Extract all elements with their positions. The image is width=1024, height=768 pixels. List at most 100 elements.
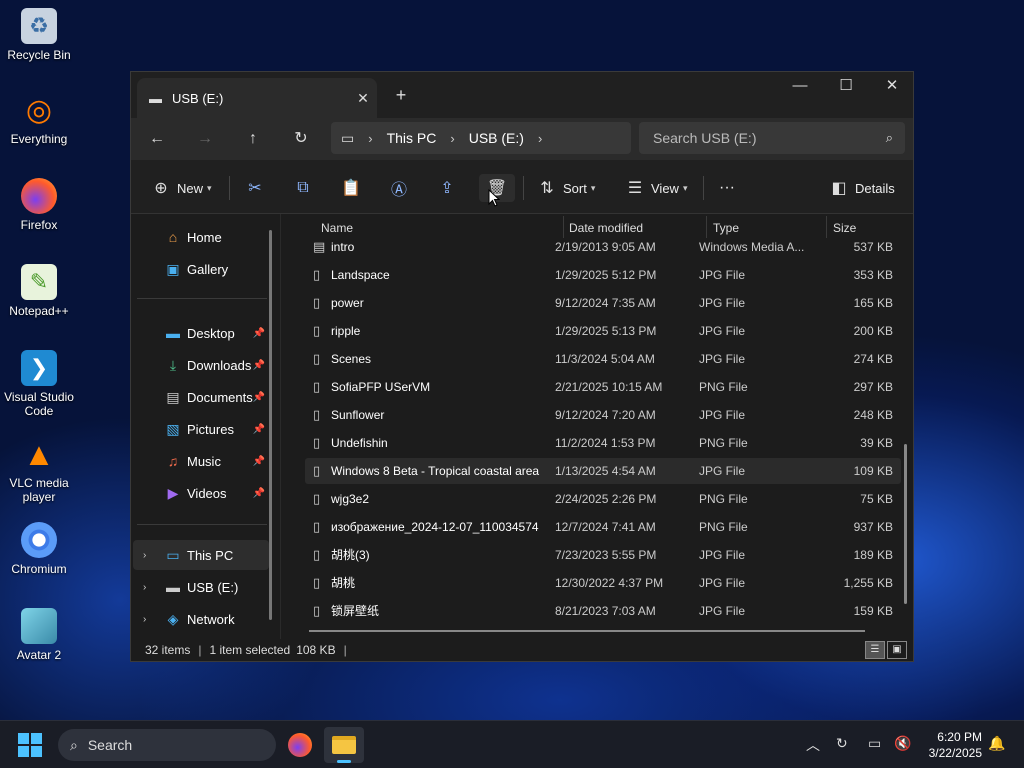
file-name-text: 胡桃 (331, 576, 356, 590)
image-file-icon: ▯ (313, 323, 321, 338)
sidebar-item-desktop[interactable]: ▬ Desktop 📌 (133, 318, 269, 348)
chevron-down-icon: ▾ (207, 182, 212, 193)
volume-muted-icon[interactable]: 🔇 (894, 735, 911, 752)
file-row[interactable]: ▯ 胡桃 12/30/2022 4:37 PM JPG File 1,255 KB (305, 570, 901, 596)
file-row[interactable]: ▯ wjg3e2 2/24/2025 2:26 PM PNG File 75 KB (305, 486, 901, 512)
sidebar-divider (137, 524, 267, 525)
sidebar-item-gallery[interactable]: ▣ Gallery (133, 254, 269, 284)
file-list-vertical-scrollbar[interactable] (904, 444, 907, 604)
file-row[interactable]: ▯ Scenes 11/3/2024 5:04 AM JPG File 274 KB (305, 346, 901, 372)
new-button[interactable]: ⊕ New ▾ (149, 174, 212, 202)
desktop-icon-firefox[interactable]: Firefox (2, 178, 76, 232)
maximize-button[interactable]: ☐ (823, 72, 869, 102)
cut-button[interactable]: ✂ (243, 174, 267, 202)
chevron-right-icon[interactable]: › (143, 550, 146, 561)
home-icon: ⌂ (168, 229, 178, 245)
view-button[interactable]: ☰ View ▾ (623, 174, 688, 202)
file-type: JPG File (699, 352, 746, 366)
desktop-icon-vscode[interactable]: ❯ Visual Studio Code (2, 350, 76, 418)
file-row[interactable]: ▯ Undefishin 11/2/2024 1:53 PM PNG File 39 K… (305, 430, 901, 456)
refresh-button[interactable]: ↻ (287, 126, 315, 152)
downloads-icon: ⤓ (169, 356, 177, 373)
forward-button[interactable]: → (191, 126, 219, 152)
taskbar-file-explorer[interactable] (324, 727, 364, 763)
close-window-button[interactable]: ✕ (869, 72, 915, 102)
file-size: 189 KB (853, 548, 893, 562)
file-type: JPG File (699, 296, 746, 310)
address-box[interactable]: ▭ › This PC › USB (E:) › (331, 122, 631, 154)
details-view-button[interactable]: ☰ (865, 641, 885, 659)
rename-button[interactable]: Ⓐ (387, 174, 411, 202)
music-icon: ♫ (167, 453, 179, 469)
sync-icon[interactable]: ↻ (836, 735, 848, 752)
image-file-icon: ▯ (313, 547, 321, 562)
start-button[interactable] (18, 733, 42, 757)
paste-button[interactable]: 📋 (339, 174, 363, 202)
file-row[interactable]: ▯ power 9/12/2024 7:35 AM JPG File 165 KB (305, 290, 901, 316)
file-row[interactable]: ▯ изображение_2024-12-07_110034574 12/7/20… (305, 514, 901, 540)
desktop-icon-chromium[interactable]: Chromium (2, 522, 76, 576)
sidebar-item-network[interactable]: › ◈ Network (133, 604, 269, 634)
file-row[interactable]: ▤ intro 2/19/2013 9:05 AM Windows Media A..… (305, 234, 901, 260)
file-row[interactable]: ▯ SofiaPFP USerVM 2/21/2025 10:15 AM PNG Fi… (305, 374, 901, 400)
sidebar-item-this-pc[interactable]: › ▭ This PC (133, 540, 269, 570)
sidebar-item-label: Network (187, 611, 235, 627)
sidebar-item-videos[interactable]: ▶ Videos 📌 (133, 478, 269, 508)
copy-button[interactable]: ⧉ (291, 174, 315, 202)
file-date: 2/24/2025 2:26 PM (555, 492, 657, 506)
image-file-icon: ▯ (313, 407, 321, 422)
file-size: 297 KB (853, 380, 893, 394)
sidebar-item-pictures[interactable]: ▧ Pictures 📌 (133, 414, 269, 444)
network-icon[interactable]: ▭ (868, 735, 881, 752)
selection-size: 108 KB (296, 643, 336, 657)
details-pane-button[interactable]: ◧ Details (827, 174, 894, 202)
desktop-icon-notepadpp[interactable]: ✎ Notepad++ (2, 264, 76, 318)
file-row[interactable]: ▯ ripple 1/29/2025 5:13 PM JPG File 200 KB (305, 318, 901, 344)
sort-button[interactable]: ⇅ Sort ▾ (535, 174, 595, 202)
notifications-bell-icon[interactable]: 🔔 (988, 735, 1005, 752)
file-row[interactable]: ▯ Windows 8 Beta - Tropical coastal area 1… (305, 458, 901, 484)
taskbar: ⌕ Search ︿ ↻ ▭ 🔇 6:20 PM 3/22/2025 🔔 (0, 720, 1024, 768)
up-button[interactable]: ↑ (239, 126, 267, 152)
more-options-button[interactable]: ··· (719, 174, 735, 202)
image-file-icon: ▯ (313, 295, 321, 310)
tab-usb[interactable]: ▬ USB (E:) ✕ (137, 78, 377, 118)
desktop-icon-recycle-bin[interactable]: ♻ Recycle Bin (2, 8, 76, 62)
file-type: JPG File (699, 548, 746, 562)
tiles-view-button[interactable]: ▣ (887, 641, 907, 659)
taskbar-search[interactable]: ⌕ Search (58, 729, 276, 761)
gallery-icon: ▣ (166, 260, 180, 277)
back-button[interactable]: ← (143, 126, 171, 152)
search-input[interactable]: Search USB (E:) ⌕ (639, 122, 905, 154)
chevron-right-icon[interactable]: › (143, 582, 146, 593)
file-row[interactable]: ▯ Sunflower 9/12/2024 7:20 AM JPG File 248 K… (305, 402, 901, 428)
new-tab-button[interactable]: + (389, 84, 413, 108)
breadcrumb-this-pc[interactable]: This PC (387, 130, 437, 146)
scissors-icon: ✂ (248, 180, 262, 197)
chevron-right-icon[interactable]: › (143, 614, 146, 625)
file-list-horizontal-scrollbar[interactable] (309, 630, 865, 632)
desktop-icon: ▬ (166, 325, 180, 341)
sidebar-item-documents[interactable]: ▤ Documents 📌 (133, 382, 269, 412)
desktop-icon-avatar[interactable]: Avatar 2 (2, 608, 76, 662)
sidebar-item-home[interactable]: ⌂ Home (133, 222, 269, 252)
file-row[interactable]: ▯ 锁屏壁纸 8/21/2023 7:03 AM JPG File 159 KB (305, 598, 901, 624)
sidebar-item-usb[interactable]: › ▬ USB (E:) (133, 572, 269, 602)
file-size: 1,255 KB (843, 576, 893, 590)
desktop-icon-everything[interactable]: ◎ Everything (2, 92, 76, 147)
desktop-icon-vlc[interactable]: ▲ VLC media player (2, 436, 76, 505)
sidebar-item-downloads[interactable]: ⤓ Downloads 📌 (133, 350, 269, 380)
minimize-button[interactable]: — (777, 72, 823, 102)
clock[interactable]: 6:20 PM 3/22/2025 (912, 729, 982, 761)
breadcrumb-chevron-icon[interactable]: › (538, 131, 542, 146)
pin-icon: 📌 (252, 359, 265, 371)
file-row[interactable]: ▯ 胡桃(3) 7/23/2023 5:55 PM JPG File 189 KB (305, 542, 901, 568)
sidebar-scrollbar[interactable] (269, 230, 272, 620)
sidebar-item-music[interactable]: ♫ Music 📌 (133, 446, 269, 476)
show-hidden-icons-button[interactable]: ︿ (806, 735, 820, 755)
close-tab-icon[interactable]: ✕ (349, 90, 377, 107)
taskbar-firefox[interactable] (280, 727, 320, 763)
file-row[interactable]: ▯ Landspace 1/29/2025 5:12 PM JPG File 353 K… (305, 262, 901, 288)
share-button[interactable]: ⇪ (435, 174, 459, 202)
breadcrumb-usb[interactable]: USB (E:) (469, 130, 524, 146)
